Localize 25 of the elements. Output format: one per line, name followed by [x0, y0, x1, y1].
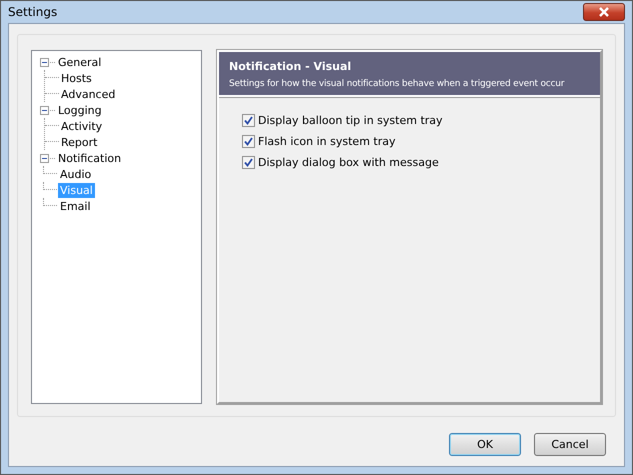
checkbox[interactable]	[242, 114, 255, 127]
checkbox[interactable]	[242, 156, 255, 169]
panel-title: Notification - Visual	[229, 60, 352, 73]
tree-item[interactable]: General	[56, 54, 104, 70]
close-button[interactable]	[583, 3, 625, 21]
tree-item[interactable]: Logging	[56, 102, 104, 118]
dialog-button[interactable]: Cancel	[534, 433, 606, 456]
checkbox[interactable]	[242, 135, 255, 148]
tree-item[interactable]: Hosts	[59, 70, 94, 86]
tree-item[interactable]: Report	[59, 134, 100, 150]
tree-item[interactable]: Activity	[59, 118, 104, 134]
dialog-button[interactable]: OK	[449, 433, 521, 456]
panel-description: Settings for how the visual notifications behave when a triggered event occur	[229, 79, 566, 89]
tree-item[interactable]: Advanced	[59, 86, 118, 102]
checkbox-label: Display dialog box with message	[258, 156, 439, 169]
tree-item[interactable]: Audio	[58, 166, 94, 182]
collapse-icon[interactable]	[40, 154, 49, 162]
collapse-icon[interactable]	[40, 58, 49, 66]
tree-item[interactable]: Notification	[56, 150, 124, 166]
checkbox-label: Flash icon in system tray	[258, 135, 396, 148]
collapse-icon[interactable]	[40, 106, 49, 114]
window-title: Settings	[8, 5, 58, 19]
checkbox-label: Display balloon tip in system tray	[258, 114, 443, 127]
close-icon	[598, 7, 610, 17]
tree-item[interactable]: Email	[58, 198, 93, 214]
